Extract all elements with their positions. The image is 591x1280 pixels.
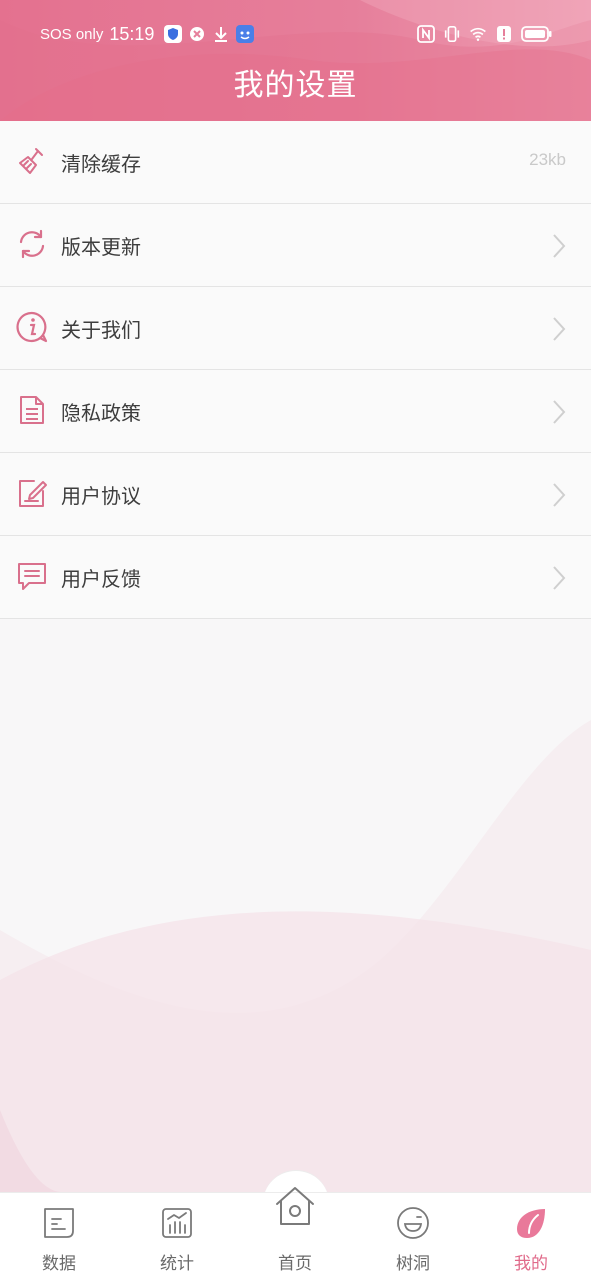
menu-item-label: 关于我们	[61, 318, 141, 342]
tab-statistics[interactable]: 统计	[118, 1193, 236, 1280]
download-icon	[212, 25, 230, 43]
status-bar: SOS only 15:19	[0, 20, 591, 48]
info-icon	[16, 311, 48, 343]
tab-mine[interactable]: 我的	[472, 1193, 590, 1280]
app-icon	[236, 25, 255, 43]
cache-size-value: 23kb	[529, 150, 566, 169]
leaf-icon	[517, 1209, 545, 1238]
tab-label: 统计	[160, 1254, 194, 1274]
close-circle-icon	[188, 25, 206, 43]
broom-icon	[19, 148, 43, 174]
shield-icon	[164, 25, 183, 43]
menu-item-label: 用户反馈	[61, 567, 141, 591]
data-icon	[44, 1208, 74, 1238]
chevron-right-icon	[553, 317, 566, 341]
feedback-icon	[18, 563, 46, 590]
carrier-text: SOS only	[40, 25, 104, 43]
menu-item-label: 用户协议	[61, 484, 141, 508]
menu-item-label: 清除缓存	[61, 152, 141, 176]
menu-item-user-feedback[interactable]: 用户反馈	[0, 536, 591, 619]
chevron-right-icon	[553, 566, 566, 590]
clock-time: 15:19	[109, 23, 155, 44]
chevron-right-icon	[553, 483, 566, 507]
menu-item-user-agreement[interactable]: 用户协议	[0, 453, 591, 536]
chevron-right-icon	[553, 400, 566, 424]
edit-document-icon	[19, 480, 47, 507]
chart-icon	[162, 1208, 192, 1238]
menu-item-privacy-policy[interactable]: 隐私政策	[0, 370, 591, 453]
settings-menu: 清除缓存 23kb 版本更新 关于我们 隐私政策 用户协议 用户反馈	[0, 121, 591, 619]
smile-icon	[397, 1207, 429, 1239]
vibrate-icon	[443, 25, 461, 43]
menu-item-clear-cache[interactable]: 清除缓存 23kb	[0, 121, 591, 204]
battery-icon	[521, 25, 553, 43]
tab-label: 我的	[514, 1254, 548, 1274]
nfc-icon	[417, 25, 435, 43]
tab-tree-hole[interactable]: 树洞	[354, 1193, 472, 1280]
chevron-right-icon	[553, 234, 566, 258]
document-icon	[20, 396, 44, 424]
tab-data[interactable]: 数据	[0, 1193, 118, 1280]
page-title: 我的设置	[233, 68, 358, 103]
menu-item-label: 隐私政策	[61, 401, 141, 425]
tab-label: 首页	[278, 1254, 312, 1274]
menu-item-about-us[interactable]: 关于我们	[0, 287, 591, 370]
wifi-icon	[469, 25, 487, 43]
alert-icon	[495, 25, 513, 43]
tab-label: 数据	[42, 1254, 76, 1274]
refresh-icon	[19, 229, 45, 259]
menu-item-label: 版本更新	[61, 235, 141, 259]
tab-label: 树洞	[396, 1254, 430, 1274]
menu-item-version-update[interactable]: 版本更新	[0, 204, 591, 287]
home-icon[interactable]	[272, 1184, 318, 1230]
